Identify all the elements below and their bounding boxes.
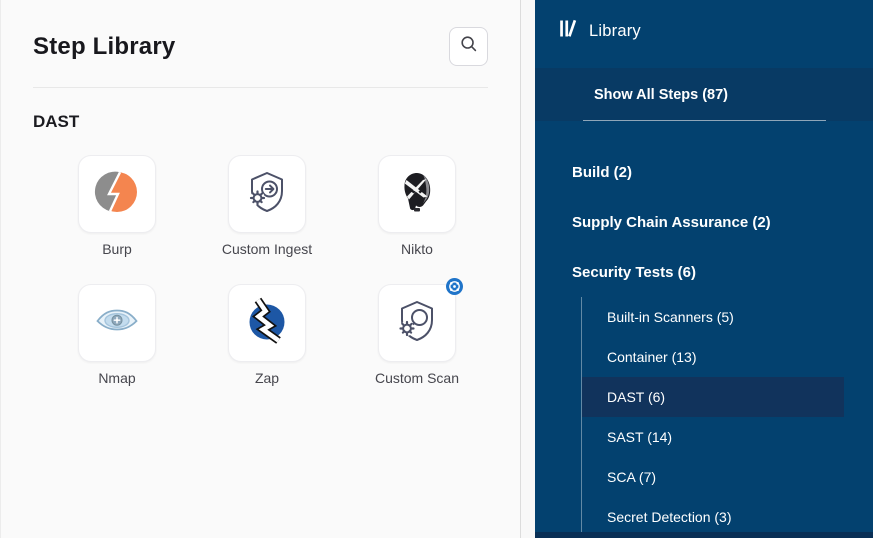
nav-item-dast[interactable]: DAST (6) [582, 377, 844, 417]
nav-item-container[interactable]: Container (13) [582, 337, 844, 377]
show-all-steps-button[interactable]: Show All Steps (87) [535, 68, 873, 121]
nav-item-secret-detection[interactable]: Secret Detection (3) [582, 497, 844, 537]
nav-item-sca[interactable]: SCA (7) [582, 457, 844, 497]
sidebar-bottom-strip [535, 532, 873, 538]
step-label: Nikto [401, 241, 433, 257]
nmap-eye-logo-icon [93, 297, 141, 350]
nav-item-built-in-scanners[interactable]: Built-in Scanners (5) [582, 297, 844, 337]
nav-item-security-tests[interactable]: Security Tests (6) [535, 247, 873, 297]
step-card-custom-ingest[interactable]: Custom Ingest [192, 155, 342, 257]
nav-item-sast[interactable]: SAST (14) [582, 417, 844, 457]
category-nav: Build (2) Supply Chain Assurance (2) Sec… [535, 147, 873, 537]
security-tests-subnav: Built-in Scanners (5) Container (13) DAS… [581, 297, 844, 537]
library-sidebar: Library Show All Steps (87) Build (2) Su… [535, 0, 873, 538]
step-grid: Burp Custom In [42, 155, 520, 386]
sidebar-header: Library [535, 0, 873, 43]
show-all-steps-label: Show All Steps (87) [594, 87, 728, 103]
shield-scan-icon [393, 297, 441, 350]
step-label: Nmap [98, 370, 135, 386]
nikto-mask-logo-icon [393, 168, 441, 221]
step-library-drawer: Step Library DAST [0, 0, 521, 538]
panel-gap [521, 0, 535, 538]
step-label: Custom Scan [375, 370, 459, 386]
library-icon [559, 19, 578, 43]
step-label: Custom Ingest [222, 241, 312, 257]
step-card-custom-scan[interactable]: Custom Scan [342, 284, 492, 386]
page-title: Step Library [33, 33, 175, 61]
burp-logo-icon [93, 168, 141, 221]
step-label: Burp [102, 241, 132, 257]
step-card-burp[interactable]: Burp [42, 155, 192, 257]
sidebar-title: Library [589, 22, 641, 41]
nav-item-build[interactable]: Build (2) [535, 147, 873, 197]
search-icon [460, 35, 478, 58]
step-card-nikto[interactable]: Nikto [342, 155, 492, 257]
step-label: Zap [255, 370, 279, 386]
app-window: Step Library DAST [0, 0, 873, 538]
header-divider [33, 87, 488, 88]
search-button[interactable] [449, 27, 488, 66]
helm-badge-icon [446, 278, 463, 295]
zap-lightning-logo-icon [243, 297, 291, 350]
section-header-dast: DAST [33, 112, 520, 132]
nav-item-supply-chain-assurance[interactable]: Supply Chain Assurance (2) [535, 197, 873, 247]
step-card-zap[interactable]: Zap [192, 284, 342, 386]
drawer-header: Step Library [1, 0, 520, 66]
shield-ingest-icon [243, 168, 291, 221]
step-card-nmap[interactable]: Nmap [42, 284, 192, 386]
